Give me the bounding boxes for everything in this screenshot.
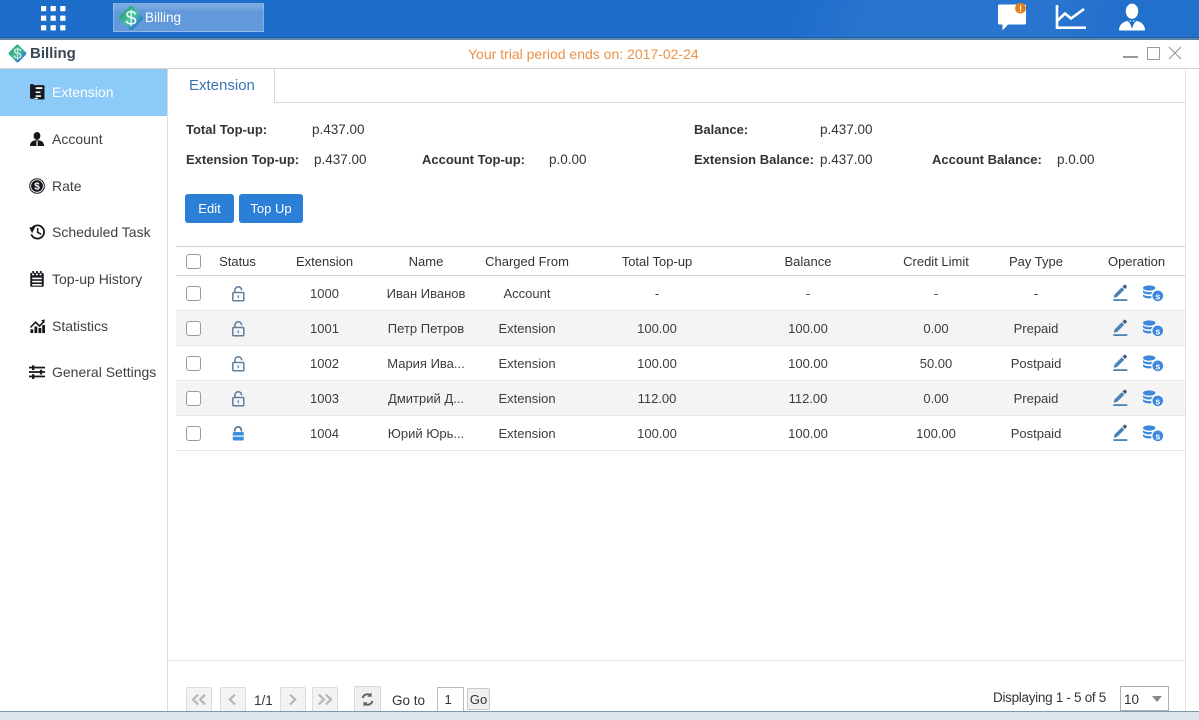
svg-text:$: $ — [125, 8, 136, 30]
svg-text:s: s — [1155, 396, 1160, 406]
svg-text:s: s — [1155, 326, 1160, 336]
svg-text:$: $ — [34, 181, 40, 192]
svg-text:$: $ — [13, 46, 22, 63]
svg-text:s: s — [1155, 431, 1160, 441]
svg-text:s: s — [1155, 361, 1160, 371]
svg-text:!: ! — [1019, 4, 1022, 14]
svg-text:s: s — [1155, 291, 1160, 301]
